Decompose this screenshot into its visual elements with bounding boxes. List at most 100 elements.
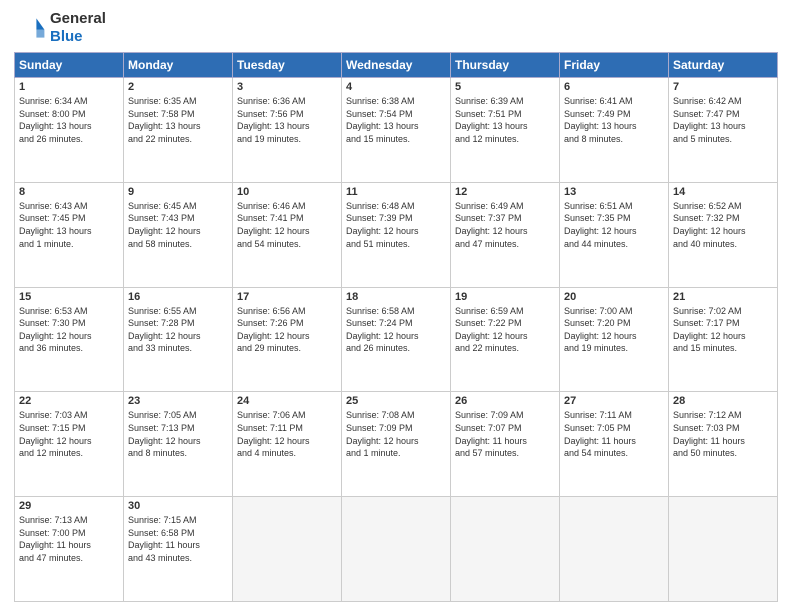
weekday-header: Tuesday	[233, 53, 342, 78]
day-number: 3	[237, 81, 337, 93]
logo: General Blue	[14, 10, 106, 46]
day-number: 5	[455, 81, 555, 93]
day-info: Sunrise: 6:48 AM Sunset: 7:39 PM Dayligh…	[346, 200, 446, 250]
calendar-day-cell	[342, 497, 451, 602]
day-number: 17	[237, 291, 337, 303]
calendar-day-cell	[233, 497, 342, 602]
calendar-day-cell: 10 Sunrise: 6:46 AM Sunset: 7:41 PM Dayli…	[233, 182, 342, 287]
weekday-header: Saturday	[669, 53, 778, 78]
day-number: 4	[346, 81, 446, 93]
calendar-day-cell: 12 Sunrise: 6:49 AM Sunset: 7:37 PM Dayli…	[451, 182, 560, 287]
day-number: 21	[673, 291, 773, 303]
calendar-day-cell: 6 Sunrise: 6:41 AM Sunset: 7:49 PM Daylig…	[560, 78, 669, 183]
calendar-day-cell: 30 Sunrise: 7:15 AM Sunset: 6:58 PM Dayli…	[124, 497, 233, 602]
calendar-day-cell: 22Sunrise: 7:03 AM Sunset: 7:15 PM Dayli…	[15, 392, 124, 497]
page: General Blue SundayMondayTuesdayWednesda…	[0, 0, 792, 612]
calendar-day-cell: 1 Sunrise: 6:34 AM Sunset: 8:00 PM Daylig…	[15, 78, 124, 183]
calendar-day-cell: 18 Sunrise: 6:58 AM Sunset: 7:24 PM Dayli…	[342, 287, 451, 392]
calendar-week-row: 22Sunrise: 7:03 AM Sunset: 7:15 PM Dayli…	[15, 392, 778, 497]
day-info: Sunrise: 7:02 AM Sunset: 7:17 PM Dayligh…	[673, 305, 773, 355]
calendar-day-cell: 27 Sunrise: 7:11 AM Sunset: 7:05 PM Dayli…	[560, 392, 669, 497]
day-number: 19	[455, 291, 555, 303]
calendar-header-row: SundayMondayTuesdayWednesdayThursdayFrid…	[15, 53, 778, 78]
day-info: Sunrise: 6:53 AM Sunset: 7:30 PM Dayligh…	[19, 305, 119, 355]
calendar-week-row: 1 Sunrise: 6:34 AM Sunset: 8:00 PM Daylig…	[15, 78, 778, 183]
day-info: Sunrise: 6:49 AM Sunset: 7:37 PM Dayligh…	[455, 200, 555, 250]
day-number: 28	[673, 395, 773, 407]
calendar-day-cell: 7 Sunrise: 6:42 AM Sunset: 7:47 PM Daylig…	[669, 78, 778, 183]
calendar-day-cell	[669, 497, 778, 602]
day-info: Sunrise: 6:46 AM Sunset: 7:41 PM Dayligh…	[237, 200, 337, 250]
calendar-day-cell: 21 Sunrise: 7:02 AM Sunset: 7:17 PM Dayli…	[669, 287, 778, 392]
calendar-day-cell: 26 Sunrise: 7:09 AM Sunset: 7:07 PM Dayli…	[451, 392, 560, 497]
calendar-day-cell: 14 Sunrise: 6:52 AM Sunset: 7:32 PM Dayli…	[669, 182, 778, 287]
weekday-header: Wednesday	[342, 53, 451, 78]
day-number: 18	[346, 291, 446, 303]
calendar-day-cell: 4 Sunrise: 6:38 AM Sunset: 7:54 PM Daylig…	[342, 78, 451, 183]
calendar-day-cell: 25Sunrise: 7:08 AM Sunset: 7:09 PM Dayli…	[342, 392, 451, 497]
day-info: Sunrise: 6:35 AM Sunset: 7:58 PM Dayligh…	[128, 95, 228, 145]
header: General Blue	[14, 10, 778, 46]
day-info: Sunrise: 7:03 AM Sunset: 7:15 PM Dayligh…	[19, 409, 119, 459]
calendar-day-cell: 20 Sunrise: 7:00 AM Sunset: 7:20 PM Dayli…	[560, 287, 669, 392]
logo-icon	[14, 12, 46, 44]
calendar-day-cell: 16 Sunrise: 6:55 AM Sunset: 7:28 PM Dayli…	[124, 287, 233, 392]
calendar-week-row: 8Sunrise: 6:43 AM Sunset: 7:45 PM Daylig…	[15, 182, 778, 287]
day-info: Sunrise: 6:59 AM Sunset: 7:22 PM Dayligh…	[455, 305, 555, 355]
calendar-day-cell: 3 Sunrise: 6:36 AM Sunset: 7:56 PM Daylig…	[233, 78, 342, 183]
day-info: Sunrise: 6:45 AM Sunset: 7:43 PM Dayligh…	[128, 200, 228, 250]
day-info: Sunrise: 6:51 AM Sunset: 7:35 PM Dayligh…	[564, 200, 664, 250]
calendar-day-cell: 8Sunrise: 6:43 AM Sunset: 7:45 PM Daylig…	[15, 182, 124, 287]
day-info: Sunrise: 6:39 AM Sunset: 7:51 PM Dayligh…	[455, 95, 555, 145]
calendar-day-cell: 5 Sunrise: 6:39 AM Sunset: 7:51 PM Daylig…	[451, 78, 560, 183]
day-number: 9	[128, 186, 228, 198]
day-number: 6	[564, 81, 664, 93]
day-number: 12	[455, 186, 555, 198]
calendar-day-cell: 9 Sunrise: 6:45 AM Sunset: 7:43 PM Daylig…	[124, 182, 233, 287]
calendar-day-cell: 24 Sunrise: 7:06 AM Sunset: 7:11 PM Dayli…	[233, 392, 342, 497]
day-number: 26	[455, 395, 555, 407]
calendar-day-cell: 17 Sunrise: 6:56 AM Sunset: 7:26 PM Dayli…	[233, 287, 342, 392]
day-number: 20	[564, 291, 664, 303]
calendar-day-cell: 19 Sunrise: 6:59 AM Sunset: 7:22 PM Dayli…	[451, 287, 560, 392]
day-info: Sunrise: 6:58 AM Sunset: 7:24 PM Dayligh…	[346, 305, 446, 355]
day-info: Sunrise: 7:08 AM Sunset: 7:09 PM Dayligh…	[346, 409, 446, 459]
day-info: Sunrise: 7:00 AM Sunset: 7:20 PM Dayligh…	[564, 305, 664, 355]
day-info: Sunrise: 6:55 AM Sunset: 7:28 PM Dayligh…	[128, 305, 228, 355]
day-info: Sunrise: 7:11 AM Sunset: 7:05 PM Dayligh…	[564, 409, 664, 459]
day-number: 30	[128, 500, 228, 512]
day-info: Sunrise: 6:52 AM Sunset: 7:32 PM Dayligh…	[673, 200, 773, 250]
day-number: 27	[564, 395, 664, 407]
day-number: 24	[237, 395, 337, 407]
day-info: Sunrise: 6:34 AM Sunset: 8:00 PM Dayligh…	[19, 95, 119, 145]
calendar-week-row: 15 Sunrise: 6:53 AM Sunset: 7:30 PM Dayli…	[15, 287, 778, 392]
calendar-week-row: 29Sunrise: 7:13 AM Sunset: 7:00 PM Dayli…	[15, 497, 778, 602]
day-info: Sunrise: 7:13 AM Sunset: 7:00 PM Dayligh…	[19, 514, 119, 564]
day-info: Sunrise: 6:43 AM Sunset: 7:45 PM Dayligh…	[19, 200, 119, 250]
day-info: Sunrise: 6:38 AM Sunset: 7:54 PM Dayligh…	[346, 95, 446, 145]
day-number: 2	[128, 81, 228, 93]
day-info: Sunrise: 7:09 AM Sunset: 7:07 PM Dayligh…	[455, 409, 555, 459]
day-info: Sunrise: 7:06 AM Sunset: 7:11 PM Dayligh…	[237, 409, 337, 459]
day-info: Sunrise: 6:42 AM Sunset: 7:47 PM Dayligh…	[673, 95, 773, 145]
day-number: 7	[673, 81, 773, 93]
day-number: 10	[237, 186, 337, 198]
calendar-day-cell: 2 Sunrise: 6:35 AM Sunset: 7:58 PM Daylig…	[124, 78, 233, 183]
day-info: Sunrise: 7:15 AM Sunset: 6:58 PM Dayligh…	[128, 514, 228, 564]
weekday-header: Monday	[124, 53, 233, 78]
day-info: Sunrise: 6:56 AM Sunset: 7:26 PM Dayligh…	[237, 305, 337, 355]
day-info: Sunrise: 7:05 AM Sunset: 7:13 PM Dayligh…	[128, 409, 228, 459]
day-number: 15	[19, 291, 119, 303]
calendar-day-cell: 23Sunrise: 7:05 AM Sunset: 7:13 PM Dayli…	[124, 392, 233, 497]
weekday-header: Friday	[560, 53, 669, 78]
calendar-day-cell: 13Sunrise: 6:51 AM Sunset: 7:35 PM Dayli…	[560, 182, 669, 287]
weekday-header: Sunday	[15, 53, 124, 78]
day-number: 14	[673, 186, 773, 198]
day-number: 16	[128, 291, 228, 303]
calendar-day-cell: 28 Sunrise: 7:12 AM Sunset: 7:03 PM Dayli…	[669, 392, 778, 497]
day-number: 1	[19, 81, 119, 93]
day-info: Sunrise: 7:12 AM Sunset: 7:03 PM Dayligh…	[673, 409, 773, 459]
logo-text: General Blue	[50, 10, 106, 46]
day-info: Sunrise: 6:36 AM Sunset: 7:56 PM Dayligh…	[237, 95, 337, 145]
day-info: Sunrise: 6:41 AM Sunset: 7:49 PM Dayligh…	[564, 95, 664, 145]
